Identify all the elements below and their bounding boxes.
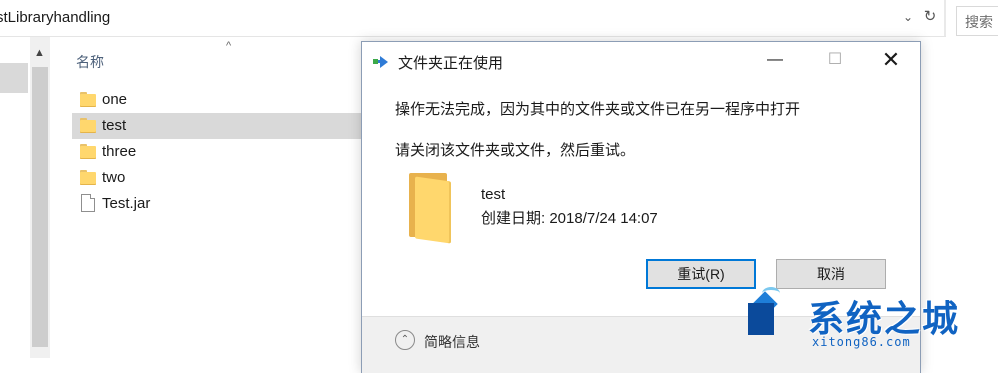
file-name: Test.jar xyxy=(102,195,151,212)
folder-icon xyxy=(80,118,96,133)
fewer-details-toggle[interactable]: 简略信息 xyxy=(424,332,480,352)
file-icon xyxy=(81,194,95,212)
nav-selected-item[interactable] xyxy=(0,63,28,93)
move-file-icon xyxy=(373,56,393,68)
scroll-up-icon[interactable]: ▲ xyxy=(34,47,45,59)
sort-caret-icon: ^ xyxy=(226,40,232,52)
chevron-down-icon[interactable]: ⌄ xyxy=(899,6,917,28)
large-folder-icon xyxy=(407,173,455,244)
search-placeholder: 搜索 xyxy=(965,14,993,30)
file-name: two xyxy=(102,169,126,186)
list-item[interactable]: two xyxy=(72,165,372,191)
instruction-text: 请关闭该文件夹或文件，然后重试。 xyxy=(395,142,636,159)
item-created-date: 创建日期: 2018/7/24 14:07 xyxy=(481,210,658,227)
cancel-button[interactable]: 取消 xyxy=(776,259,886,289)
file-name: test xyxy=(102,117,127,134)
file-name: one xyxy=(102,91,128,108)
chevron-up-icon[interactable]: ⌃ xyxy=(395,330,415,350)
maximize-button[interactable]: ☐ xyxy=(812,42,858,78)
close-button[interactable]: ✕ xyxy=(868,42,914,78)
column-header-name[interactable]: 名称 xyxy=(76,52,104,72)
refresh-icon[interactable]: ↻ xyxy=(919,6,941,28)
watermark-url: xitong86.com xyxy=(812,335,911,349)
list-item[interactable]: Test.jar xyxy=(72,191,372,217)
item-name: test xyxy=(481,186,506,203)
search-input[interactable]: 搜索 xyxy=(956,6,998,36)
list-item[interactable]: test xyxy=(72,113,372,139)
list-item[interactable]: one xyxy=(72,87,372,113)
file-name: three xyxy=(102,143,137,160)
watermark-logo-icon xyxy=(740,285,782,339)
scrollbar-thumb[interactable] xyxy=(32,67,48,347)
error-message: 操作无法完成，因为其中的文件夹或文件已在另一程序中打开 xyxy=(395,101,801,118)
divider xyxy=(944,0,946,36)
dialog-title: 文件夹正在使用 xyxy=(398,55,504,72)
minimize-button[interactable]: — xyxy=(752,42,798,78)
address-path[interactable]: stLibraryhandling xyxy=(0,9,110,26)
folder-icon xyxy=(80,92,96,107)
navigation-pane: ▲ xyxy=(0,37,50,358)
address-bar[interactable]: stLibraryhandling ⌄ ↻ xyxy=(0,0,946,37)
folder-icon xyxy=(80,170,96,185)
folder-icon xyxy=(80,144,96,159)
list-item[interactable]: three xyxy=(72,139,372,165)
